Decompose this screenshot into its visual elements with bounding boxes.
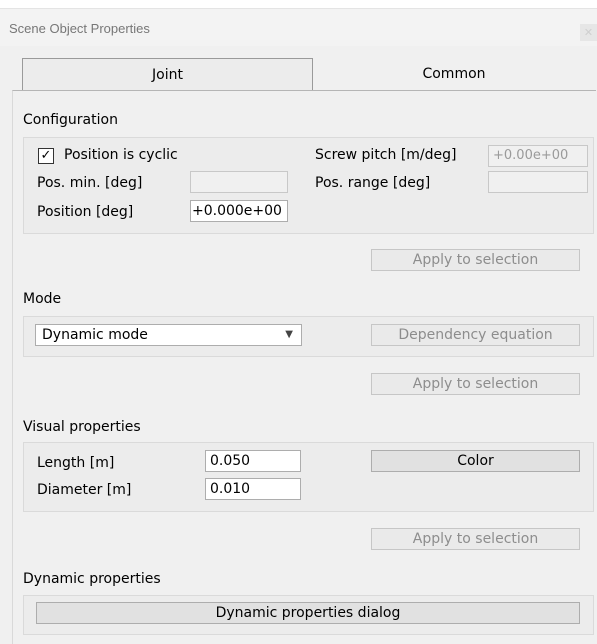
length-label: Length [m] [37,455,115,471]
title-bar: Scene Object Properties ✕ [0,8,597,47]
dependency-equation-button[interactable]: Dependency equation [371,324,580,346]
dynamic-heading: Dynamic properties [23,571,161,587]
dynamic-properties-dialog-button[interactable]: Dynamic properties dialog [36,602,580,624]
mode-select[interactable]: Dynamic mode ▼ [35,324,302,346]
pos-range-label: Pos. range [deg] [315,175,431,191]
tab-joint[interactable]: Joint [22,58,313,90]
screw-pitch-field[interactable]: +0.00e+00 [488,145,588,167]
check-icon: ✓ [40,148,52,163]
diameter-field[interactable]: 0.010 [205,478,301,500]
pos-min-label: Pos. min. [deg] [37,175,143,191]
window-title: Scene Object Properties [9,21,150,36]
pos-range-field[interactable] [488,171,588,193]
pos-min-field[interactable] [190,171,288,193]
position-cyclic-label: Position is cyclic [64,147,178,163]
position-field[interactable]: +0.000e+00 [190,200,288,222]
position-cyclic-checkbox[interactable]: ✓ [38,148,54,164]
configuration-heading: Configuration [23,112,118,128]
visual-heading: Visual properties [23,419,141,435]
close-icon[interactable]: ✕ [580,24,597,41]
position-label: Position [deg] [37,204,134,220]
visual-apply-button[interactable]: Apply to selection [371,528,580,550]
screw-pitch-label: Screw pitch [m/deg] [315,147,457,163]
mode-selected-value: Dynamic mode [42,327,148,343]
configuration-apply-button[interactable]: Apply to selection [371,249,580,271]
diameter-label: Diameter [m] [37,482,132,498]
length-field[interactable]: 0.050 [205,450,301,472]
tab-common[interactable]: Common [313,58,595,90]
mode-heading: Mode [23,291,62,307]
mode-apply-button[interactable]: Apply to selection [371,373,580,395]
color-button[interactable]: Color [371,450,580,472]
chevron-down-icon: ▼ [285,329,293,340]
